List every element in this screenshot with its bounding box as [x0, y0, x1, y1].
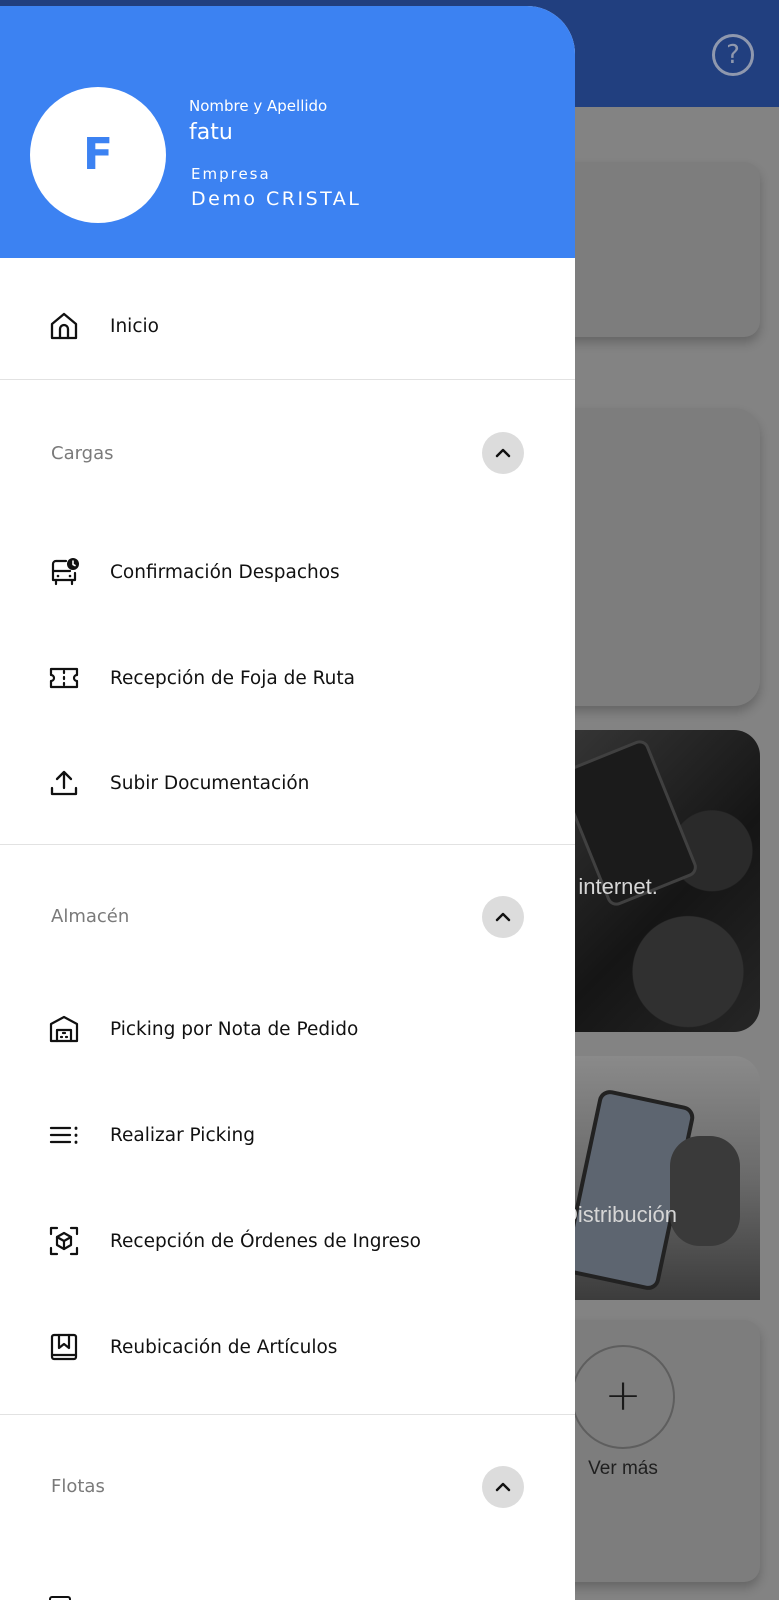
- menu-item-label: Recepción de Órdenes de Ingreso: [110, 1230, 422, 1252]
- menu-item-partial-icon: [49, 1596, 71, 1600]
- company-name: Demo CRISTAL: [191, 188, 362, 210]
- drawer-header: F Nombre y Apellido fatu Empresa Demo CR…: [0, 6, 575, 258]
- bus-clock-icon: [45, 553, 83, 591]
- menu-item-label: Picking por Nota de Pedido: [110, 1018, 359, 1040]
- company-label: Empresa: [191, 165, 271, 183]
- avatar: F: [30, 87, 166, 223]
- menu-item-recepcion-foja-de-ruta[interactable]: Recepción de Foja de Ruta: [0, 642, 575, 714]
- user-name: fatu: [189, 120, 233, 145]
- menu-item-label: Confirmación Despachos: [110, 561, 340, 583]
- section-title-cargas: Cargas: [51, 443, 114, 464]
- divider: [0, 844, 575, 845]
- help-icon[interactable]: ?: [712, 34, 754, 76]
- divider: [0, 379, 575, 380]
- warehouse-icon: [45, 1010, 83, 1048]
- menu-item-label: Realizar Picking: [110, 1124, 255, 1146]
- name-label: Nombre y Apellido: [189, 97, 328, 115]
- ver-mas-label: Ver más: [588, 1458, 658, 1479]
- menu-item-picking-nota-de-pedido[interactable]: Picking por Nota de Pedido: [0, 993, 575, 1065]
- chevron-up-icon: [495, 1482, 511, 1492]
- menu-item-realizar-picking[interactable]: Realizar Picking: [0, 1099, 575, 1171]
- menu-item-label: Reubicación de Artículos: [110, 1336, 338, 1358]
- home-icon: [45, 307, 83, 345]
- menu-item-recepcion-ordenes-ingreso[interactable]: Recepción de Órdenes de Ingreso: [0, 1205, 575, 1277]
- divider: [0, 1414, 575, 1415]
- chevron-up-icon: [495, 448, 511, 458]
- menu-item-subir-documentacion[interactable]: Subir Documentación: [0, 747, 575, 819]
- ticket-icon: [45, 659, 83, 697]
- section-title-almacen: Almacén: [51, 906, 130, 927]
- collapse-flotas-button[interactable]: [482, 1466, 524, 1508]
- collapse-cargas-button[interactable]: [482, 432, 524, 474]
- menu-item-reubicacion-articulos[interactable]: Reubicación de Artículos: [0, 1311, 575, 1383]
- background-photo-card-text: Distribución: [562, 1202, 677, 1227]
- collapse-almacen-button[interactable]: [482, 896, 524, 938]
- menu-item-confirmacion-despachos[interactable]: Confirmación Despachos: [0, 536, 575, 608]
- bookmark-box-icon: [45, 1328, 83, 1366]
- chevron-up-icon: [495, 912, 511, 922]
- navigation-drawer: F Nombre y Apellido fatu Empresa Demo CR…: [0, 6, 575, 1600]
- section-title-flotas: Flotas: [51, 1476, 105, 1497]
- box-scan-icon: [45, 1222, 83, 1260]
- menu-item-label: Inicio: [110, 315, 159, 337]
- add-more-button[interactable]: +: [571, 1345, 675, 1449]
- list-icon: [45, 1116, 83, 1154]
- menu-item-inicio[interactable]: Inicio: [0, 290, 575, 362]
- menu-item-label: Recepción de Foja de Ruta: [110, 667, 355, 689]
- upload-icon: [45, 764, 83, 802]
- menu-item-label: Subir Documentación: [110, 772, 310, 794]
